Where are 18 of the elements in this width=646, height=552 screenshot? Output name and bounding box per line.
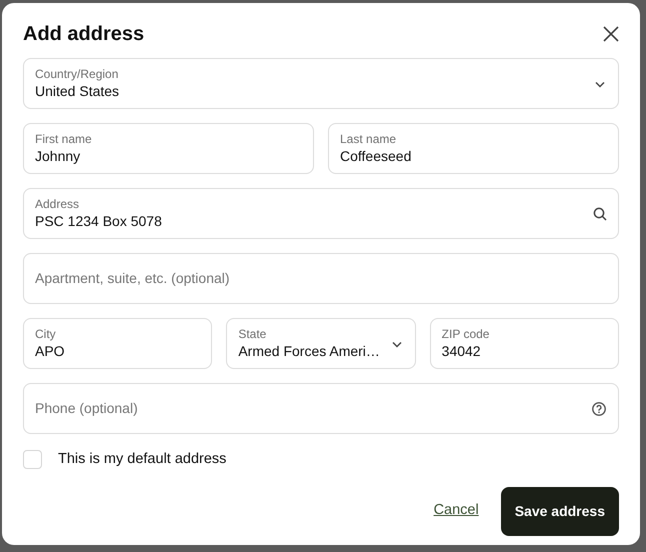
input-field[interactable]: Last name Coffeeseed	[328, 123, 619, 174]
cancel-link[interactable]: Cancel	[434, 500, 479, 522]
save-button[interactable]: Save address	[500, 486, 619, 536]
checkbox-label: This is my default address	[58, 450, 226, 469]
search-field[interactable]: Address PSC 1234 Box 5078	[23, 188, 619, 239]
select-field[interactable]: State Armed Forces Ameri…	[226, 318, 416, 369]
dialog-title: Add address	[23, 22, 144, 46]
close-icon	[603, 26, 619, 42]
input-field[interactable]: First name Johnny	[23, 123, 314, 174]
help-icon	[591, 400, 607, 416]
input-field[interactable]: Phone (optional)	[23, 383, 619, 434]
checkbox[interactable]	[23, 450, 42, 470]
search-icon	[593, 206, 607, 220]
select-field[interactable]: Country/Region United States	[23, 58, 619, 109]
input-field[interactable]: City APO	[23, 318, 212, 369]
input-field[interactable]: Apartment, suite, etc. (optional)	[23, 253, 619, 304]
close-button[interactable]	[603, 26, 619, 42]
input-field[interactable]: ZIP code 34042	[430, 318, 619, 369]
